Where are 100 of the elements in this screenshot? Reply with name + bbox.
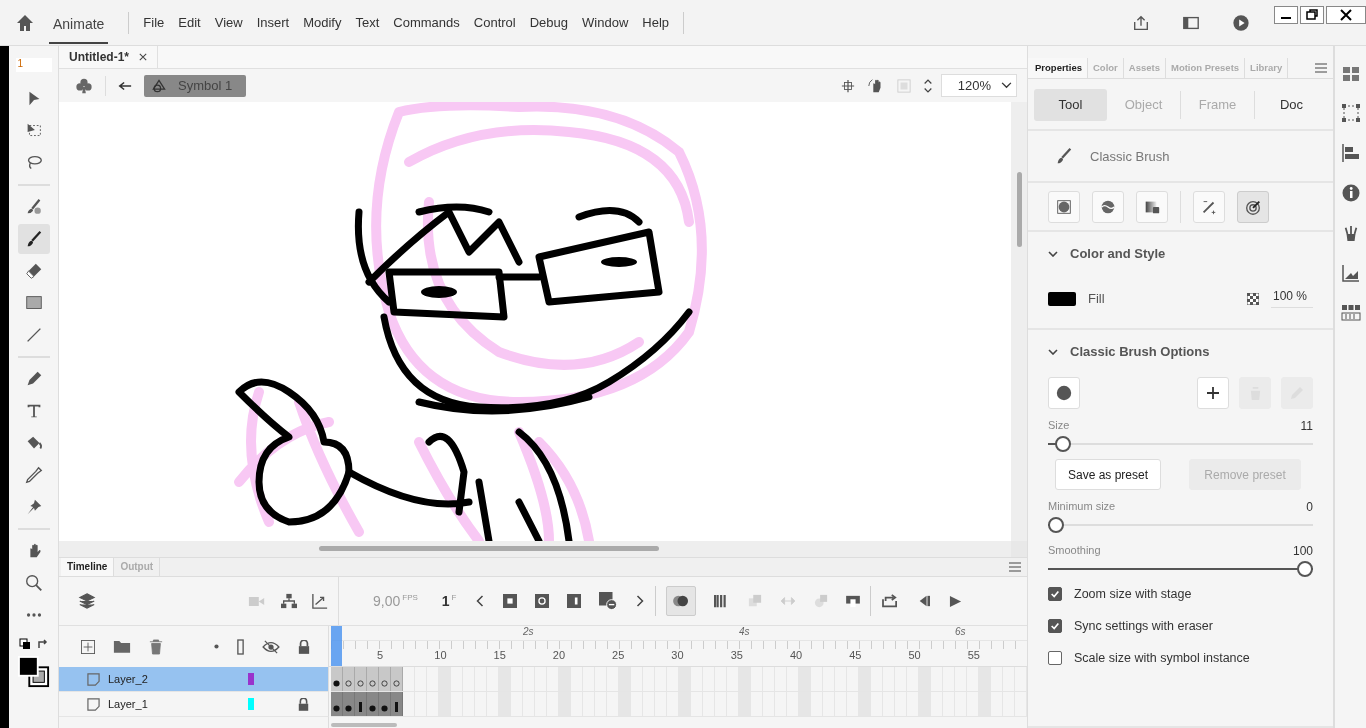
timeline-scrollbar[interactable] bbox=[331, 723, 397, 727]
add-preset-icon[interactable] bbox=[1197, 377, 1229, 409]
tilt-icon[interactable] bbox=[1237, 190, 1269, 223]
save-preset-button[interactable]: Save as preset bbox=[1055, 459, 1162, 490]
restore-icon[interactable] bbox=[1300, 6, 1324, 24]
align-icon[interactable] bbox=[1341, 144, 1360, 162]
horizontal-scrollbar[interactable] bbox=[319, 546, 659, 551]
info-icon[interactable] bbox=[1341, 184, 1360, 202]
frame-cell[interactable] bbox=[355, 692, 367, 716]
eye-hidden-icon[interactable] bbox=[262, 639, 280, 654]
frame-picker-icon[interactable] bbox=[1340, 304, 1361, 322]
frame-cell[interactable] bbox=[343, 667, 355, 691]
insert-blank-keyframe-icon[interactable] bbox=[534, 594, 549, 608]
transform-icon[interactable] bbox=[1341, 104, 1360, 122]
graph-icon[interactable] bbox=[312, 593, 328, 609]
stage-canvas[interactable] bbox=[59, 102, 1011, 541]
view-switch-tab[interactable]: Doc bbox=[1255, 89, 1328, 121]
slider[interactable] bbox=[1048, 561, 1313, 577]
frame-cell[interactable] bbox=[367, 692, 379, 716]
section-header[interactable]: Color and Style bbox=[1028, 232, 1333, 261]
frame-cell[interactable] bbox=[391, 692, 403, 716]
loop-icon[interactable] bbox=[880, 594, 899, 608]
frame-cell[interactable] bbox=[367, 667, 379, 691]
share-icon[interactable] bbox=[1132, 13, 1150, 32]
pressure-icon[interactable] bbox=[1193, 190, 1225, 223]
close-icon[interactable] bbox=[139, 53, 147, 61]
frame-cell[interactable] bbox=[379, 667, 391, 691]
slider-value[interactable]: 11 bbox=[1300, 419, 1313, 433]
menu-item[interactable]: Modify bbox=[303, 15, 342, 30]
back-arrow-icon[interactable] bbox=[118, 79, 132, 92]
app-workspace-tab[interactable]: Animate bbox=[49, 1, 109, 44]
brushes-icon[interactable] bbox=[1342, 224, 1359, 242]
dot-icon[interactable] bbox=[214, 644, 219, 649]
frame-cell[interactable] bbox=[391, 667, 403, 691]
insert-keyframe-icon[interactable] bbox=[502, 594, 517, 608]
frame-cell[interactable] bbox=[379, 692, 391, 716]
insert-frame-icon[interactable] bbox=[566, 594, 581, 608]
checkbox[interactable] bbox=[1048, 587, 1062, 601]
toolbar-field[interactable]: 1 bbox=[15, 58, 52, 72]
previous-frame-icon[interactable] bbox=[474, 594, 485, 608]
chart-icon[interactable] bbox=[1341, 264, 1360, 282]
minimize-icon[interactable] bbox=[1274, 6, 1298, 24]
slider-thumb[interactable] bbox=[1297, 561, 1313, 577]
club-symbol-icon[interactable] bbox=[75, 76, 93, 95]
slider-thumb[interactable] bbox=[1055, 436, 1072, 452]
lock-icon[interactable] bbox=[298, 639, 310, 654]
opacity-value[interactable]: 100 % bbox=[1270, 289, 1313, 308]
fill-color-swatch[interactable] bbox=[1048, 291, 1076, 306]
hierarchy-icon[interactable] bbox=[280, 593, 298, 609]
menu-item[interactable]: Text bbox=[355, 15, 380, 30]
slider-thumb[interactable] bbox=[1048, 517, 1064, 533]
frame-cell[interactable] bbox=[331, 667, 343, 691]
slider-value[interactable]: 100 bbox=[1292, 544, 1313, 558]
play-icon[interactable] bbox=[1232, 13, 1250, 32]
brush-mode-icon[interactable] bbox=[1092, 190, 1124, 223]
timeline-ruler[interactable]: 2s 4s 6s 5 10 15 20 25 30 35 40 45 50 55 bbox=[329, 626, 1027, 667]
menu-item[interactable]: Commands bbox=[393, 15, 460, 30]
layer-color-swatch[interactable] bbox=[248, 673, 254, 685]
close-icon[interactable] bbox=[1326, 6, 1366, 24]
view-switch-tab[interactable]: Tool bbox=[1034, 89, 1107, 121]
stroke-fill-swatches-icon[interactable] bbox=[17, 656, 50, 688]
outline-icon[interactable] bbox=[237, 638, 244, 655]
frame-cell[interactable] bbox=[331, 692, 343, 716]
slider[interactable] bbox=[1048, 517, 1313, 533]
play-icon[interactable] bbox=[948, 594, 962, 608]
menu-item[interactable]: Help bbox=[642, 15, 670, 30]
lock-icon[interactable] bbox=[298, 697, 309, 711]
frame-cell[interactable] bbox=[343, 692, 355, 716]
menu-item[interactable]: Window bbox=[582, 15, 629, 30]
brush-icon[interactable] bbox=[17, 224, 50, 254]
remove-frame-icon[interactable] bbox=[598, 592, 617, 610]
current-frame-value[interactable]: 1 bbox=[441, 593, 450, 609]
layer-color-swatch[interactable] bbox=[248, 698, 254, 710]
layer-row[interactable]: Layer_1 bbox=[59, 692, 329, 717]
new-layer-icon[interactable] bbox=[81, 639, 95, 654]
layers-icon[interactable] bbox=[78, 592, 96, 610]
home-icon[interactable] bbox=[15, 12, 35, 33]
zoom-dropdown[interactable]: 120% bbox=[940, 74, 1017, 97]
swap-colors-icon[interactable] bbox=[18, 638, 49, 652]
panel-tab[interactable]: Timeline bbox=[61, 558, 115, 576]
layer-row[interactable]: Layer_2 bbox=[59, 667, 329, 692]
folder-icon[interactable] bbox=[113, 639, 131, 654]
next-frame-icon[interactable] bbox=[634, 594, 645, 608]
checkbox[interactable] bbox=[1048, 651, 1062, 665]
menu-item[interactable]: Edit bbox=[178, 15, 201, 30]
menu-item[interactable]: Debug bbox=[529, 15, 569, 30]
checkbox[interactable] bbox=[1048, 619, 1062, 633]
menu-item[interactable]: View bbox=[214, 15, 243, 30]
section-header[interactable]: Classic Brush Options bbox=[1028, 330, 1313, 359]
clip-stage-icon[interactable] bbox=[896, 78, 911, 93]
slider-value[interactable]: 0 bbox=[1306, 500, 1313, 514]
frame-marker-icon[interactable] bbox=[845, 595, 860, 607]
menu-item[interactable]: Insert bbox=[256, 15, 290, 30]
frame-cell[interactable] bbox=[355, 667, 367, 691]
menu-item[interactable]: File bbox=[143, 15, 165, 30]
grid-icon[interactable] bbox=[1341, 66, 1360, 82]
vertical-scrollbar[interactable] bbox=[1016, 172, 1022, 247]
menu-item[interactable]: Control bbox=[473, 15, 516, 30]
frame-row[interactable] bbox=[331, 692, 1027, 717]
slider[interactable] bbox=[1048, 436, 1313, 452]
